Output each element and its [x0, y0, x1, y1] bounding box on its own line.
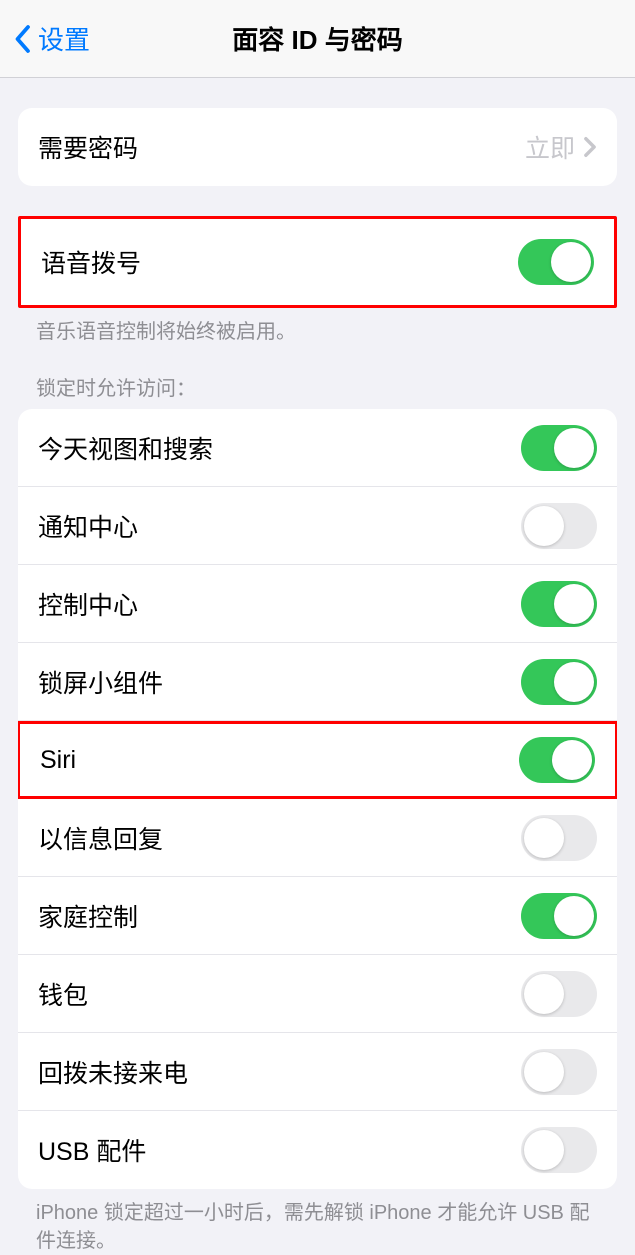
voice-dial-footer: 音乐语音控制将始终被启用。 [0, 308, 635, 346]
voice-dial-label: 语音拨号 [41, 244, 141, 280]
back-button[interactable]: 设置 [0, 20, 90, 57]
chevron-left-icon [12, 24, 32, 54]
lock-row-4: Siri [18, 721, 617, 799]
lock-row-6: 家庭控制 [18, 877, 617, 955]
toggle-knob [551, 242, 591, 282]
lock-row-3: 锁屏小组件 [18, 643, 617, 721]
lock-row-label: 控制中心 [38, 586, 138, 622]
lock-section-footer: iPhone 锁定超过一小时后，需先解锁 iPhone 才能允许 USB 配件连… [0, 1189, 635, 1255]
lock-row-toggle[interactable] [521, 893, 597, 939]
toggle-knob [554, 584, 594, 624]
require-passcode-label: 需要密码 [38, 129, 138, 165]
lock-row-label: 通知中心 [38, 508, 138, 544]
toggle-knob [552, 740, 592, 780]
lock-row-toggle[interactable] [519, 737, 595, 783]
toggle-knob [554, 896, 594, 936]
lock-access-group: 今天视图和搜索通知中心控制中心锁屏小组件 Siri 以信息回复家庭控制钱包回拨未接来… [18, 409, 617, 1189]
voice-dial-highlight: 语音拨号 [18, 216, 617, 308]
lock-row-toggle[interactable] [521, 1049, 597, 1095]
toggle-knob [554, 662, 594, 702]
lock-row-label: 今天视图和搜索 [38, 430, 213, 466]
lock-row-label: 家庭控制 [38, 898, 138, 934]
lock-row-1: 通知中心 [18, 487, 617, 565]
lock-row-toggle[interactable] [521, 581, 597, 627]
back-label: 设置 [38, 20, 90, 57]
navigation-bar: 设置 面容 ID 与密码 [0, 0, 635, 78]
toggle-knob [524, 506, 564, 546]
lock-row-label: 锁屏小组件 [38, 664, 163, 700]
lock-row-label: 钱包 [38, 976, 88, 1012]
lock-row-5: 以信息回复 [18, 799, 617, 877]
require-passcode-value-wrap: 立即 [525, 129, 597, 165]
page-title: 面容 ID 与密码 [0, 20, 635, 57]
lock-row-label: 回拨未接来电 [38, 1054, 188, 1090]
toggle-knob [524, 818, 564, 858]
lock-row-label: Siri [40, 746, 76, 775]
lock-row-2: 控制中心 [18, 565, 617, 643]
toggle-knob [524, 974, 564, 1014]
lock-row-7: 钱包 [18, 955, 617, 1033]
lock-row-8: 回拨未接来电 [18, 1033, 617, 1111]
lock-row-0: 今天视图和搜索 [18, 409, 617, 487]
lock-row-9: USB 配件 [18, 1111, 617, 1189]
lock-row-toggle[interactable] [521, 659, 597, 705]
lock-row-toggle[interactable] [521, 503, 597, 549]
voice-dial-toggle[interactable] [518, 239, 594, 285]
lock-row-label: USB 配件 [38, 1132, 146, 1168]
require-passcode-row[interactable]: 需要密码 立即 [18, 108, 617, 186]
lock-row-toggle[interactable] [521, 1127, 597, 1173]
require-passcode-value: 立即 [525, 129, 575, 165]
chevron-right-icon [583, 136, 597, 158]
lock-section-header: 锁定时允许访问： [0, 346, 635, 409]
passcode-group: 需要密码 立即 [18, 108, 617, 186]
lock-row-label: 以信息回复 [38, 820, 163, 856]
voice-dial-row: 语音拨号 [21, 219, 614, 305]
toggle-knob [524, 1052, 564, 1092]
lock-row-toggle[interactable] [521, 425, 597, 471]
lock-row-toggle[interactable] [521, 815, 597, 861]
toggle-knob [554, 428, 594, 468]
lock-row-toggle[interactable] [521, 971, 597, 1017]
toggle-knob [524, 1130, 564, 1170]
